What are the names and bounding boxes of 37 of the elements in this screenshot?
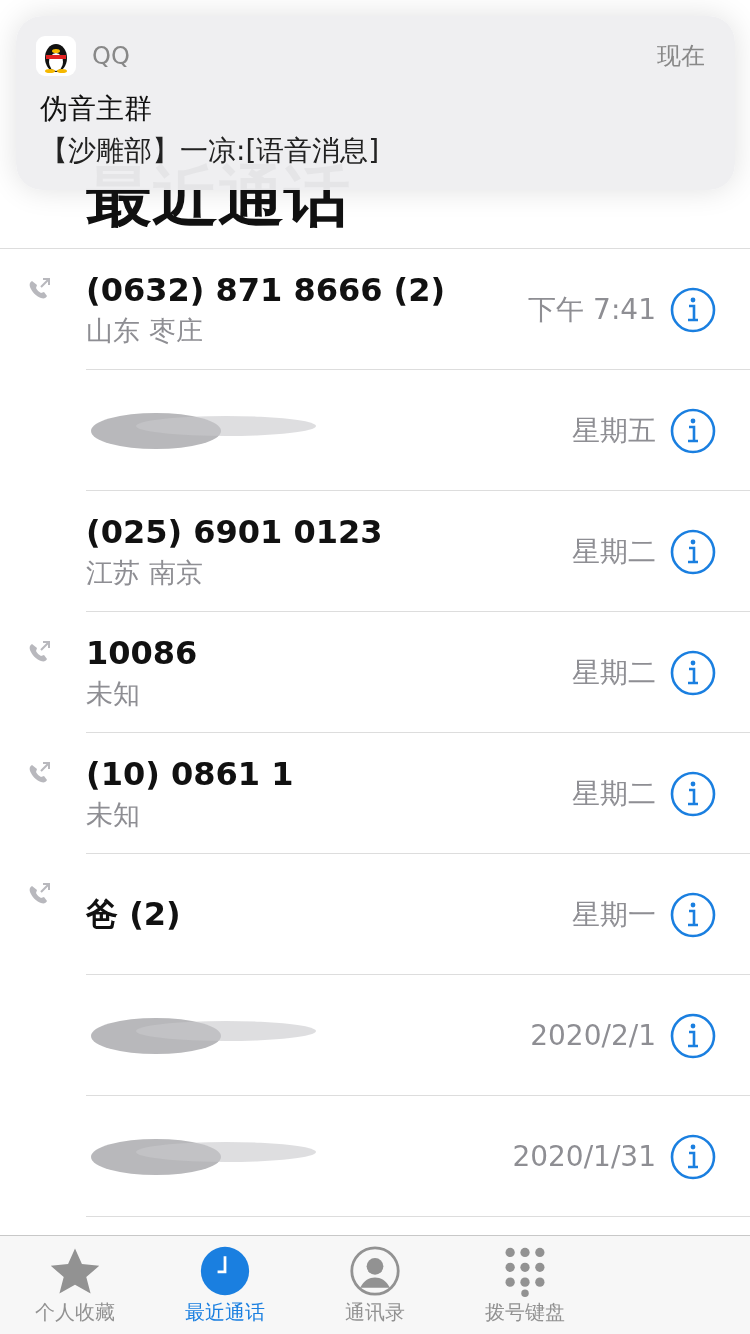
clock-icon [199, 1244, 251, 1297]
app-name: QQ [92, 42, 130, 70]
penguin-icon [36, 36, 76, 76]
caller-name: (10) 0861 1 [86, 754, 295, 793]
tab[interactable]: 通讯录 [300, 1236, 450, 1334]
caller-location: 江苏 南京 [86, 555, 204, 590]
caller-name: 10086 [86, 633, 199, 672]
info-icon[interactable] [670, 407, 716, 454]
tab[interactable]: 拨号键盘 [450, 1236, 600, 1334]
caller-location: 山东 枣庄 [86, 313, 204, 348]
caller-name: 爸 (2) [86, 893, 182, 935]
notification-title: 伪音主群 [40, 91, 153, 127]
info-icon[interactable] [670, 891, 716, 938]
caller-name: (0632) 871 8666 (2) [86, 270, 447, 309]
caller-location: 未知 [86, 797, 141, 832]
tab[interactable]: 最近通话 [150, 1236, 300, 1334]
info-icon[interactable] [670, 649, 716, 696]
info-icon[interactable] [670, 1133, 716, 1180]
call-time: 星期一 [572, 896, 656, 933]
info-icon[interactable] [670, 1012, 716, 1059]
call-time: 2020/1/31 [512, 1140, 656, 1173]
info-icon[interactable] [670, 528, 716, 575]
call-time: 星期二 [572, 533, 656, 570]
info-icon[interactable] [670, 286, 716, 333]
notification-message: 【沙雕部】一凉:[语音消息] [40, 133, 381, 167]
call-time: 2020/2/1 [530, 1019, 656, 1052]
notification-card[interactable]: QQ 现在 伪音主群 【沙雕部】一凉:[语音消息] [16, 16, 735, 190]
contact-icon [349, 1244, 401, 1297]
call-time: 星期二 [572, 654, 656, 691]
info-icon[interactable] [670, 770, 716, 817]
tab[interactable]: 个人收藏 [0, 1236, 150, 1334]
call-time: 星期五 [572, 412, 656, 449]
call-time: 下午 7:41 [528, 291, 656, 328]
caller-name: (025) 6901 0123 [86, 512, 384, 551]
caller-location: 未知 [86, 676, 141, 711]
call-time: 星期二 [572, 775, 656, 812]
notification-time: 现在 [657, 41, 705, 72]
